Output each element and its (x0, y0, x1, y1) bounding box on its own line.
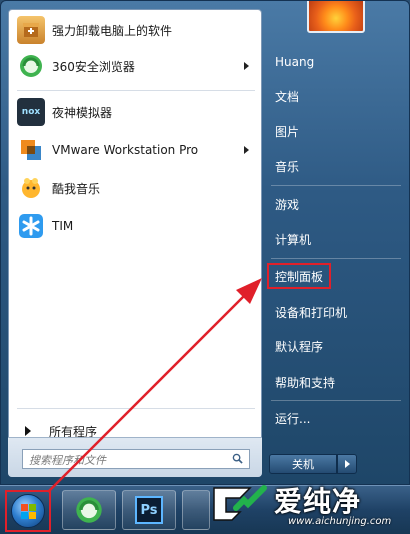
chevron-right-icon (344, 460, 350, 468)
watermark: 爱纯净 www.aichunjing.com (208, 478, 408, 534)
nox-icon-text: nox (21, 107, 41, 117)
right-item-label: 设备和打印机 (275, 305, 348, 320)
start-menu: 强力卸载电脑上的软件 360安全浏览器 nox 夜神模拟器 VMware Wor… (0, 0, 410, 485)
right-item-label: Huang (275, 55, 315, 69)
right-item-user[interactable]: Huang (267, 47, 407, 77)
right-item-devices-printers[interactable]: 设备和打印机 (267, 297, 407, 327)
right-item-run[interactable]: 运行... (267, 403, 407, 433)
shutdown-options-button[interactable] (337, 454, 357, 474)
photoshop-icon: Ps (135, 496, 163, 524)
right-item-default-programs[interactable]: 默认程序 (267, 331, 407, 361)
right-item-documents[interactable]: 文档 (267, 81, 407, 111)
search-input[interactable]: 搜索程序和文件 (22, 449, 250, 469)
taskbar-item[interactable] (182, 490, 210, 530)
vmware-icon (17, 136, 45, 164)
shutdown-label: 关机 (292, 458, 314, 471)
tim-icon (17, 212, 45, 240)
submenu-arrow-icon (244, 62, 249, 70)
program-item-nox[interactable]: nox 夜神模拟器 (13, 94, 259, 130)
shutdown-button[interactable]: 关机 (269, 454, 337, 474)
user-avatar[interactable] (307, 1, 365, 33)
kuwo-music-icon (17, 174, 45, 202)
right-item-label: 图片 (275, 124, 300, 139)
right-item-label: 游戏 (275, 197, 300, 212)
uninstaller-icon (17, 16, 45, 44)
program-label: 360安全浏览器 (52, 59, 135, 74)
right-item-label: 帮助和支持 (275, 375, 336, 390)
right-item-computer[interactable]: 计算机 (267, 224, 407, 254)
highlight-box (5, 490, 51, 532)
watermark-text: 爱纯净 (274, 485, 362, 518)
right-item-label: 默认程序 (275, 339, 324, 354)
divider (271, 400, 401, 401)
360-browser-icon (76, 497, 102, 523)
divider (17, 408, 255, 409)
program-label: 酷我音乐 (52, 181, 101, 196)
search-placeholder: 搜索程序和文件 (29, 454, 106, 467)
search-icon[interactable] (232, 453, 243, 464)
taskbar-360-browser[interactable] (62, 490, 116, 530)
watermark-url: www.aichunjing.com (288, 516, 392, 527)
search-area: 搜索程序和文件 (8, 437, 262, 477)
program-item-vmware[interactable]: VMware Workstation Pro (13, 132, 259, 168)
divider (271, 258, 401, 259)
program-item-kuwo[interactable]: 酷我音乐 (13, 170, 259, 206)
submenu-arrow-icon (244, 146, 249, 154)
right-item-label: 运行... (275, 411, 311, 426)
photoshop-icon-text: Ps (140, 502, 158, 518)
program-label: TIM (52, 219, 74, 233)
expand-arrow-icon (25, 426, 31, 436)
right-item-games[interactable]: 游戏 (267, 189, 407, 219)
program-item-tim[interactable]: TIM (13, 208, 259, 244)
divider (271, 185, 401, 186)
right-item-label: 计算机 (275, 232, 312, 247)
right-item-music[interactable]: 音乐 (267, 151, 407, 181)
right-item-label: 文档 (275, 89, 300, 104)
highlight-box (267, 263, 331, 289)
360-browser-icon (17, 52, 45, 80)
program-label: 夜神模拟器 (52, 105, 113, 120)
program-item-uninstaller[interactable]: 强力卸载电脑上的软件 (13, 12, 259, 48)
nox-icon: nox (17, 98, 45, 126)
program-item-360-browser[interactable]: 360安全浏览器 (13, 48, 259, 84)
program-label: 强力卸载电脑上的软件 (52, 23, 173, 38)
right-item-label: 音乐 (275, 159, 300, 174)
watermark-logo-icon (213, 485, 267, 521)
divider (17, 90, 255, 91)
right-item-help-support[interactable]: 帮助和支持 (267, 367, 407, 397)
program-label: VMware Workstation Pro (52, 143, 199, 157)
programs-pane: 强力卸载电脑上的软件 360安全浏览器 nox 夜神模拟器 VMware Wor… (8, 9, 262, 477)
taskbar-photoshop[interactable]: Ps (122, 490, 176, 530)
right-item-pictures[interactable]: 图片 (267, 116, 407, 146)
